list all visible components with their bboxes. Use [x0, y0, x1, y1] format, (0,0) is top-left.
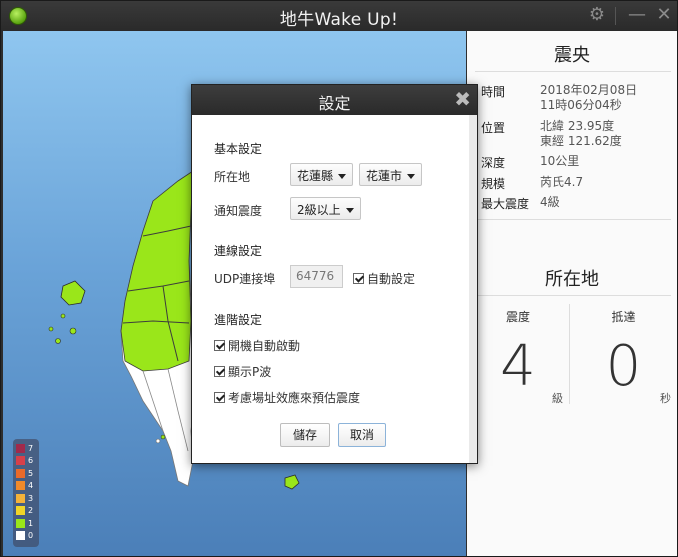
scale-swatch: [16, 506, 25, 516]
scale-level: 3: [28, 493, 34, 503]
scale-swatch: [16, 443, 25, 453]
depth-label: 深度: [481, 156, 506, 170]
dialog-close-icon[interactable]: ✖: [454, 88, 471, 110]
checkbox-checked-icon: [353, 273, 364, 284]
divider: [475, 219, 671, 220]
advanced-settings-heading: 進階設定: [214, 313, 263, 327]
scale-swatch: [16, 468, 25, 478]
county-select[interactable]: 花蓮縣: [290, 163, 354, 186]
scale-level: 6: [28, 456, 34, 466]
close-window-button[interactable]: ✕: [653, 5, 675, 27]
scale-swatch: [16, 493, 25, 503]
checkbox-checked-icon: [214, 340, 225, 351]
position-label: 位置: [481, 121, 506, 135]
notify-intensity-select[interactable]: 2級以上: [290, 197, 361, 220]
intensity-label: 震度: [505, 310, 530, 324]
dialog-title: 設定: [318, 94, 351, 113]
window-title: 地牛Wake Up!: [279, 10, 399, 30]
dialog-body: 基本設定 所在地 花蓮縣 花蓮市 通知震度 2級以上 連線設定 UDP連接埠 6…: [192, 115, 477, 463]
settings-dialog: 設定 ✖ 基本設定 所在地 花蓮縣 花蓮市 通知震度 2級以上 連線設定 UDP…: [191, 84, 478, 464]
scale-row-7: 7: [16, 442, 36, 455]
max-intensity-value: 4級: [540, 195, 560, 209]
location-title: 所在地: [545, 269, 599, 290]
scale-row-4: 4: [16, 480, 36, 493]
magnitude-label: 規模: [481, 177, 506, 191]
divider: [475, 295, 671, 296]
arrival-unit: 秒: [660, 392, 671, 405]
scale-level: 0: [28, 531, 34, 541]
scale-level: 5: [28, 468, 34, 478]
intensity-box: 震度 4 級: [467, 304, 569, 454]
scale-swatch: [16, 456, 25, 466]
dialog-header: 設定 ✖: [192, 85, 477, 115]
divider: [475, 71, 671, 72]
udp-port-input[interactable]: 64776: [290, 265, 343, 288]
time-label: 時間: [481, 85, 506, 99]
location-label: 所在地: [214, 170, 251, 184]
scale-level: 7: [28, 443, 34, 453]
scale-swatch: [16, 481, 25, 491]
chevron-down-icon: [338, 174, 347, 179]
auto-config-checkbox[interactable]: 自動設定: [353, 270, 415, 287]
basic-settings-heading: 基本設定: [214, 142, 263, 156]
scale-row-5: 5: [16, 467, 36, 480]
position-value: 北緯 23.95度 東經 121.62度: [540, 119, 622, 148]
city-select[interactable]: 花蓮市: [359, 163, 423, 186]
scale-row-0: 0: [16, 530, 36, 543]
scale-level: 2: [28, 506, 34, 516]
depth-value: 10公里: [540, 154, 580, 168]
arrival-box: 抵達 0 秒: [570, 304, 677, 454]
minimize-button[interactable]: —: [626, 5, 648, 27]
arrival-label: 抵達: [611, 310, 636, 324]
magnitude-value: 芮氏4.7: [540, 175, 584, 189]
max-intensity-label: 最大震度: [481, 197, 530, 211]
notify-intensity-label: 通知震度: [214, 204, 263, 218]
scale-row-1: 1: [16, 517, 36, 530]
scale-level: 4: [28, 481, 34, 491]
chevron-down-icon: [345, 208, 354, 213]
scale-row-2: 2: [16, 505, 36, 518]
scale-row-6: 6: [16, 455, 36, 468]
info-panel: 震央 時間 2018年02月08日 11時06分04秒 位置 北緯 23.95度東…: [467, 31, 677, 556]
connection-settings-heading: 連線設定: [214, 244, 263, 258]
checkbox-checked-icon: [214, 366, 225, 377]
autostart-checkbox[interactable]: 開機自動啟動: [214, 337, 300, 354]
app-window: 地牛Wake Up! ⚙ — ✕ 7 6 5 4 3 2 1 0 震央 時間 20…: [0, 0, 678, 557]
epicenter-title: 震央: [554, 45, 590, 66]
cancel-button[interactable]: 取消: [338, 423, 386, 447]
udp-port-label: UDP連接埠: [214, 272, 276, 286]
site-effect-checkbox[interactable]: 考慮場址效應來預估震度: [214, 389, 360, 406]
intensity-scale-legend: 7 6 5 4 3 2 1 0: [13, 439, 39, 547]
time-value: 2018年02月08日 11時06分04秒: [540, 83, 638, 112]
scale-row-3: 3: [16, 492, 36, 505]
scale-swatch: [16, 531, 25, 541]
scale-level: 1: [28, 518, 34, 528]
scale-swatch: [16, 518, 25, 528]
title-bar: 地牛Wake Up! ⚙ — ✕: [1, 1, 677, 31]
show-p-wave-checkbox[interactable]: 顯示P波: [214, 363, 271, 380]
intensity-unit: 級: [552, 392, 563, 405]
titlebar-divider: [615, 7, 616, 25]
settings-gear-icon[interactable]: ⚙: [586, 5, 608, 27]
chevron-down-icon: [407, 174, 416, 179]
checkbox-checked-icon: [214, 392, 225, 403]
save-button[interactable]: 儲存: [280, 423, 330, 447]
